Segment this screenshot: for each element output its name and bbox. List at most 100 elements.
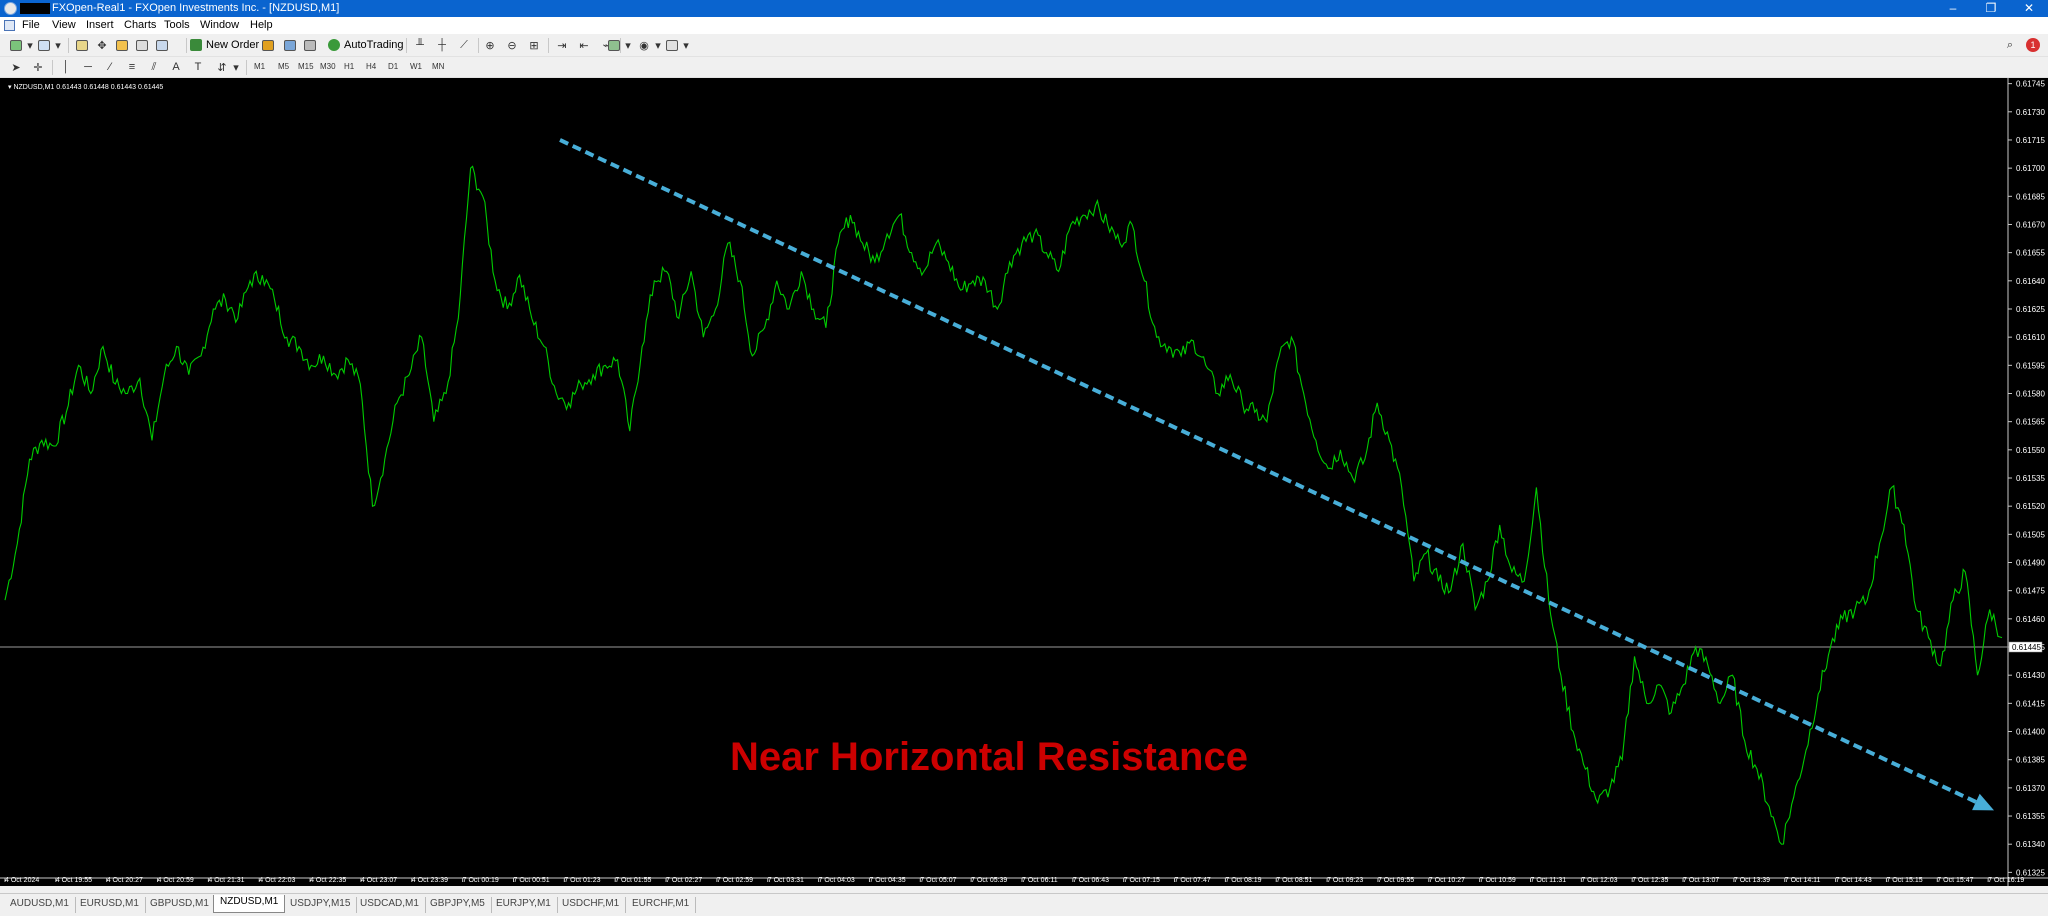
- cursor-icon[interactable]: ➤: [8, 59, 24, 75]
- time-tick-label: 7 Oct 02:59: [717, 877, 753, 884]
- restore-button[interactable]: ❐: [1974, 0, 2008, 17]
- menu-file[interactable]: File: [22, 19, 40, 31]
- text-tool-icon[interactable]: A: [168, 59, 184, 75]
- price-tick-label: 0.61640: [2016, 277, 2045, 286]
- terminal-icon[interactable]: [134, 37, 150, 53]
- menu-insert[interactable]: Insert: [86, 19, 114, 31]
- timeframe-m30[interactable]: M30: [320, 60, 336, 74]
- candlestick-icon[interactable]: ┼: [434, 37, 450, 53]
- dropdown-arrow-icon[interactable]: ▾: [620, 37, 636, 53]
- timeframe-mn[interactable]: MN: [432, 60, 444, 74]
- time-tick-label: 4 Oct 22:35: [310, 877, 346, 884]
- time-tick-label: 7 Oct 08:51: [1276, 877, 1312, 884]
- price-tick-label: 0.61745: [2016, 80, 2045, 89]
- price-tick-label: 0.61715: [2016, 136, 2045, 145]
- navigator-icon[interactable]: [114, 37, 130, 53]
- tab-nzdusd[interactable]: NZDUSD,M1: [213, 895, 286, 913]
- market-watch-icon[interactable]: [74, 37, 90, 53]
- price-tick-label: 0.61505: [2016, 530, 2045, 539]
- tab-usdchf[interactable]: USDCHF,M1: [556, 897, 627, 913]
- dropdown-arrow-icon[interactable]: ▾: [678, 37, 694, 53]
- close-button[interactable]: ✕: [2012, 0, 2046, 17]
- tab-gbpusd[interactable]: GBPUSD,M1: [144, 897, 216, 913]
- minimize-button[interactable]: –: [1936, 0, 1970, 17]
- tab-audusd[interactable]: AUDUSD,M1: [4, 897, 76, 913]
- time-tick-label: 7 Oct 07:47: [1175, 877, 1211, 884]
- time-tick-label: 7 Oct 09:55: [1378, 877, 1414, 884]
- time-tick-label: 7 Oct 12:03: [1581, 877, 1617, 884]
- tab-usdjpy[interactable]: USDJPY,M15: [284, 897, 358, 913]
- menu-view[interactable]: View: [52, 19, 76, 31]
- price-tick-label: 0.61475: [2016, 587, 2045, 596]
- price-tick-label: 0.61700: [2016, 164, 2045, 173]
- auto-scroll-icon[interactable]: ⇤: [576, 37, 592, 53]
- time-tick-label: 7 Oct 03:31: [768, 877, 804, 884]
- new-order-button[interactable]: New Order: [188, 37, 259, 54]
- tab-eurjpy[interactable]: EURJPY,M1: [490, 897, 558, 913]
- annotation-text[interactable]: Near Horizontal Resistance: [730, 735, 1248, 780]
- menu-tools[interactable]: Tools: [164, 19, 190, 31]
- autotrading-button[interactable]: AutoTrading: [326, 37, 404, 54]
- chart-window[interactable]: 0.61745 0.61730 0.61715 0.61700 0.61685 0.616…: [0, 78, 2048, 886]
- zoom-in-icon[interactable]: ⊕: [482, 37, 498, 53]
- price-tick-label: 0.61490: [2016, 559, 2045, 568]
- timeframe-m15[interactable]: M15: [298, 60, 314, 74]
- price-tick-label: 0.61595: [2016, 361, 2045, 370]
- separator: [186, 38, 187, 53]
- menu-window[interactable]: Window: [200, 19, 239, 31]
- menu-charts[interactable]: Charts: [124, 19, 156, 31]
- chart-shift-icon[interactable]: ⇥: [554, 37, 570, 53]
- fibonacci-icon[interactable]: ≡: [124, 59, 140, 75]
- current-price-text: 0.61445: [2012, 643, 2041, 652]
- notification-badge[interactable]: 1: [2026, 38, 2040, 52]
- tab-eurchf[interactable]: EURCHF,M1: [626, 897, 697, 913]
- price-tick-label: 0.61340: [2016, 840, 2045, 849]
- tester-icon[interactable]: [154, 37, 170, 53]
- crosshair-icon[interactable]: ✥: [94, 37, 110, 53]
- separator: [548, 38, 549, 53]
- tile-windows-icon[interactable]: ⊞: [526, 37, 542, 53]
- vertical-line-icon[interactable]: │: [58, 59, 74, 75]
- time-tick-label: 7 Oct 07:15: [1124, 877, 1160, 884]
- zoom-out-icon[interactable]: ⊖: [504, 37, 520, 53]
- timeframe-h4[interactable]: H4: [366, 60, 376, 74]
- price-tick-label: 0.61670: [2016, 220, 2045, 229]
- menu-bar: File View Insert Charts Tools Window Hel…: [0, 17, 2048, 34]
- line-chart-icon[interactable]: ⟋: [456, 37, 472, 53]
- bar-chart-icon[interactable]: ╨: [412, 37, 428, 53]
- time-tick-label: 7 Oct 09:23: [1327, 877, 1363, 884]
- price-tick-label: 0.61685: [2016, 192, 2045, 201]
- tab-eurusd[interactable]: EURUSD,M1: [74, 897, 146, 913]
- timeframe-m5[interactable]: M5: [278, 60, 289, 74]
- timeframe-w1[interactable]: W1: [410, 60, 422, 74]
- timeframe-m1[interactable]: M1: [254, 60, 265, 74]
- timeframe-h1[interactable]: H1: [344, 60, 354, 74]
- price-tick-label: 0.61430: [2016, 671, 2045, 680]
- window-title: FXOpen-Real1 - FXOpen Investments Inc. -…: [52, 2, 340, 14]
- price-tick-label: 0.61520: [2016, 502, 2045, 511]
- trendline-icon[interactable]: ⁄: [102, 59, 118, 75]
- price-tick-label: 0.61580: [2016, 389, 2045, 398]
- dropdown-arrow-icon[interactable]: ▾: [228, 59, 244, 75]
- signals-icon[interactable]: [282, 37, 298, 53]
- equidistant-channel-icon[interactable]: ⫽: [146, 59, 162, 75]
- price-tick-label: 0.61355: [2016, 812, 2045, 821]
- trendline[interactable]: [559, 138, 1981, 806]
- price-tick-label: 0.61460: [2016, 615, 2045, 624]
- price-tick-label: 0.61610: [2016, 333, 2045, 342]
- time-tick-label: 7 Oct 02:27: [666, 877, 702, 884]
- search-icon[interactable]: ⌕: [2002, 37, 2018, 53]
- tab-usdcad[interactable]: USDCAD,M1: [354, 897, 426, 913]
- horizontal-line-icon[interactable]: ─: [80, 59, 96, 75]
- text-label-icon[interactable]: T: [190, 59, 206, 75]
- vps-icon[interactable]: [302, 37, 318, 53]
- time-tick-label: 7 Oct 13:07: [1683, 877, 1719, 884]
- menu-help[interactable]: Help: [250, 19, 273, 31]
- tab-gbpjpy[interactable]: GBPJPY,M5: [424, 897, 492, 913]
- timeframe-d1[interactable]: D1: [388, 60, 398, 74]
- crosshair-tool-icon[interactable]: ✛: [30, 59, 46, 75]
- metaeditor-icon[interactable]: [260, 37, 276, 53]
- separator: [406, 38, 407, 53]
- dropdown-arrow-icon[interactable]: ▾: [50, 37, 66, 53]
- standard-toolbar: ▾ ▾ ✥ New Order AutoTrading ╨ ┼ ⟋ ⊕ ⊖ ⊞ …: [0, 34, 2048, 57]
